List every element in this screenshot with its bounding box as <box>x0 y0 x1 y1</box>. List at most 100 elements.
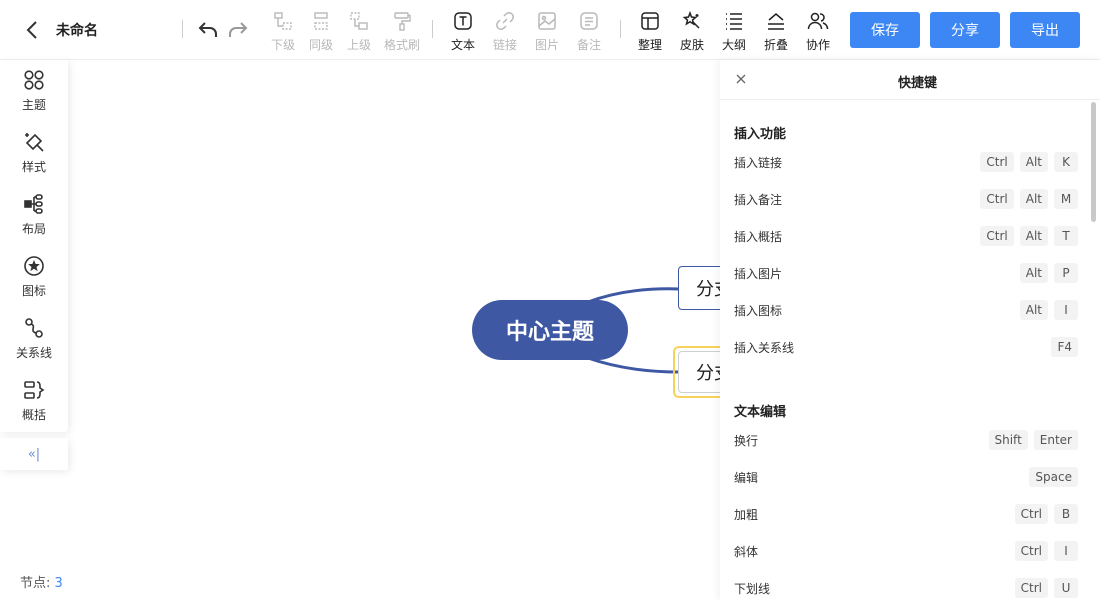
save-button[interactable]: 保存 <box>850 12 920 48</box>
shortcut-keys: Ctrl Alt T <box>980 226 1078 246</box>
key-cap: Ctrl <box>980 152 1014 172</box>
star-circle-icon <box>22 254 46 278</box>
child-node-icon <box>272 10 294 32</box>
toolbar-divider <box>432 20 433 38</box>
shortcut-row: 插入链接 Ctrl Alt K <box>734 152 1078 174</box>
sidebar-item-relation-line[interactable]: 关系线 <box>0 310 68 368</box>
tool-format-brush[interactable]: 格式刷 <box>382 10 422 54</box>
shortcut-row: 插入图片 Alt P <box>734 263 1078 285</box>
shortcut-keys: Alt P <box>1019 263 1078 283</box>
key-cap: U <box>1054 578 1078 598</box>
key-cap: Alt <box>1019 189 1048 209</box>
tool-label: 图片 <box>534 38 559 52</box>
parent-node-icon <box>348 10 370 32</box>
key-cap: M <box>1054 189 1078 209</box>
toolbar-divider <box>620 20 621 38</box>
key-cap: Ctrl <box>980 189 1014 209</box>
undo-icon[interactable] <box>196 17 220 41</box>
tool-fold[interactable]: 折叠 <box>756 10 796 54</box>
panel-header: 快捷键 <box>720 60 1100 100</box>
sidebar-item-layout[interactable]: 布局 <box>0 186 68 244</box>
shortcut-name: 下划线 <box>734 582 771 596</box>
key-cap: B <box>1054 504 1078 524</box>
central-topic[interactable]: 中心主题 <box>472 300 628 360</box>
key-cap: Alt <box>1019 263 1048 283</box>
text-icon <box>452 10 474 32</box>
key-cap: Shift <box>988 430 1028 450</box>
shortcut-panel: 快捷键 插入功能 插入链接 Ctrl Alt K 插入备注 Ctrl Alt M… <box>720 60 1100 600</box>
key-cap: K <box>1054 152 1078 172</box>
shortcut-keys: Shift Enter <box>988 430 1078 450</box>
tool-text[interactable]: 文本 <box>443 10 483 54</box>
tool-sibling-node[interactable]: 同级 <box>301 10 341 54</box>
shortcut-row: 下划线 Ctrl U <box>734 578 1078 600</box>
shortcut-name: 编辑 <box>734 471 759 485</box>
relation-line-icon <box>22 316 46 340</box>
key-cap: Ctrl <box>980 226 1014 246</box>
shortcut-name: 换行 <box>734 434 759 448</box>
shortcut-keys: Ctrl Alt K <box>980 152 1078 172</box>
sidebar-item-label: 概括 <box>21 408 46 422</box>
key-cap: Alt <box>1019 152 1048 172</box>
redo-icon[interactable] <box>226 17 250 41</box>
shortcut-name: 插入图片 <box>734 267 783 281</box>
shortcut-keys: Ctrl I <box>1014 541 1078 561</box>
shortcut-row: 插入关系线 F4 <box>734 337 1078 359</box>
shortcut-row: 插入图标 Alt I <box>734 300 1078 322</box>
section-title: 文本编辑 <box>734 405 787 420</box>
left-sidebar: 主题 样式 布局 图标 关系线 概括 <box>0 60 68 432</box>
panel-scrollbar[interactable] <box>1091 102 1096 222</box>
sidebar-item-label: 主题 <box>21 98 46 112</box>
tool-label: 同级 <box>308 38 333 52</box>
tool-link[interactable]: 链接 <box>485 10 525 54</box>
top-toolbar: 未命名 下级 同级 上级 格式刷 文本 链接 图片 备注 整理 皮肤 大纲 折叠… <box>0 0 1100 60</box>
fold-icon <box>765 10 787 32</box>
tool-label: 大纲 <box>721 38 746 52</box>
branch-topic[interactable]: 分支主题 <box>678 266 720 310</box>
node-count: 节点: 3 <box>20 572 63 591</box>
tool-organize[interactable]: 整理 <box>630 10 670 54</box>
tool-skin[interactable]: 皮肤 <box>672 10 712 54</box>
node-count-label: 节点: <box>20 576 55 591</box>
document-title[interactable]: 未命名 <box>56 20 98 40</box>
sidebar-item-theme[interactable]: 主题 <box>0 62 68 120</box>
branch-topic-selected[interactable]: 分支主题 <box>678 351 720 393</box>
organize-icon <box>639 10 661 32</box>
tool-label: 链接 <box>492 38 517 52</box>
tool-label: 整理 <box>637 38 662 52</box>
key-cap: I <box>1054 541 1078 561</box>
collapse-sidebar-button[interactable]: «| <box>0 438 68 470</box>
tool-collaborate[interactable]: 协作 <box>798 10 838 54</box>
tool-parent-node[interactable]: 上级 <box>339 10 379 54</box>
shortcut-row: 换行 Shift Enter <box>734 430 1078 452</box>
key-cap: Enter <box>1033 430 1078 450</box>
export-button[interactable]: 导出 <box>1010 12 1080 48</box>
shortcut-row: 插入概括 Ctrl Alt T <box>734 226 1078 248</box>
layout-icon <box>22 192 46 216</box>
share-button[interactable]: 分享 <box>930 12 1000 48</box>
tool-note[interactable]: 备注 <box>569 10 609 54</box>
tool-label: 折叠 <box>763 38 788 52</box>
tool-label: 皮肤 <box>679 38 704 52</box>
shortcut-name: 插入图标 <box>734 304 783 318</box>
shortcut-keys: Ctrl U <box>1014 578 1078 598</box>
link-icon <box>494 10 516 32</box>
key-cap: Ctrl <box>1014 504 1048 524</box>
shortcut-name: 插入概括 <box>734 230 783 244</box>
tool-outline[interactable]: 大纲 <box>714 10 754 54</box>
panel-title: 快捷键 <box>897 76 937 91</box>
tool-image[interactable]: 图片 <box>527 10 567 54</box>
back-icon[interactable] <box>20 18 44 42</box>
sidebar-item-label: 布局 <box>21 222 46 236</box>
tool-child-node[interactable]: 下级 <box>263 10 303 54</box>
mindmap-canvas[interactable]: 中心主题 分支主题 分支主题 <box>68 60 720 600</box>
format-brush-icon <box>391 10 413 32</box>
shortcut-keys: Ctrl Alt M <box>980 189 1078 209</box>
tool-label: 下级 <box>270 38 295 52</box>
sidebar-item-summary[interactable]: 概括 <box>0 372 68 430</box>
shortcut-keys: Alt I <box>1019 300 1078 320</box>
key-cap: F4 <box>1051 337 1078 357</box>
key-cap: Space <box>1029 467 1078 487</box>
sidebar-item-style[interactable]: 样式 <box>0 124 68 182</box>
sidebar-item-icon[interactable]: 图标 <box>0 248 68 306</box>
